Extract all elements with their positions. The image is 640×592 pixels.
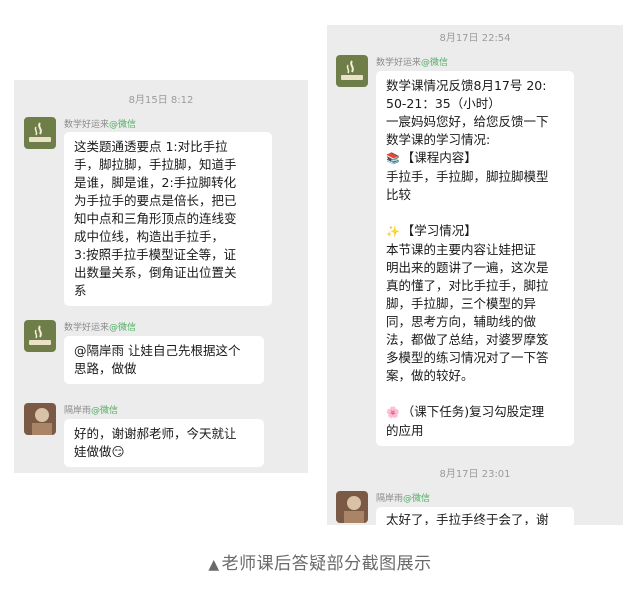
sparkle-icon: ✨ [386,225,400,238]
message-bubble[interactable]: 太好了，手拉手终于会了，谢 [376,507,574,525]
sender-name: 隔岸雨@微信 [376,494,431,504]
smirk-emoji: 😏 [111,444,125,459]
teacher-avatar[interactable] [24,320,56,352]
report-bubble[interactable]: 数学课情况反馈8月17号 20: 50-21：35（小时） 一宸妈妈您好，给您反… [376,71,574,446]
timestamp: 8月17日 23:01 [439,469,511,480]
timestamp: 8月15日 8:12 [128,95,194,106]
timestamp: 8月17日 22:54 [439,33,511,44]
sender-name: 数学好运来@微信 [64,120,137,130]
left-chat-screenshot: 8月15日 8:12 数学好运来@微信 这类题通透要点 1:对比手拉 手，脚拉脚… [14,80,308,473]
message-bubble[interactable]: 好的，谢谢郝老师，今天就让 娃做做😏 [64,419,264,467]
sender-name: 数学好运来@微信 [376,58,449,68]
flower-icon: 🌸 [386,406,400,419]
book-icon: 📚 [386,152,400,165]
triangle-icon: ▲ [208,557,220,573]
caption: ▲ 老师课后答疑部分截图展示 [0,549,640,574]
message-bubble[interactable]: @隔岸雨 让娃自己先根据这个 思路，做做 [64,336,264,384]
sender-name: 隔岸雨@微信 [64,406,119,416]
parent-avatar[interactable] [24,403,56,435]
parent-avatar[interactable] [336,491,368,523]
sender-name: 数学好运来@微信 [64,323,137,333]
teacher-avatar[interactable] [24,117,56,149]
message-bubble[interactable]: 这类题通透要点 1:对比手拉 手，脚拉脚，手拉脚，知道手 是谁，脚是谁，2:手拉… [64,132,272,306]
caption-text: 老师课后答疑部分截图展示 [221,554,432,574]
right-chat-screenshot: 8月17日 22:54 数学好运来@微信 数学课情况反馈8月17号 20: 50… [327,25,623,525]
teacher-avatar[interactable] [336,55,368,87]
